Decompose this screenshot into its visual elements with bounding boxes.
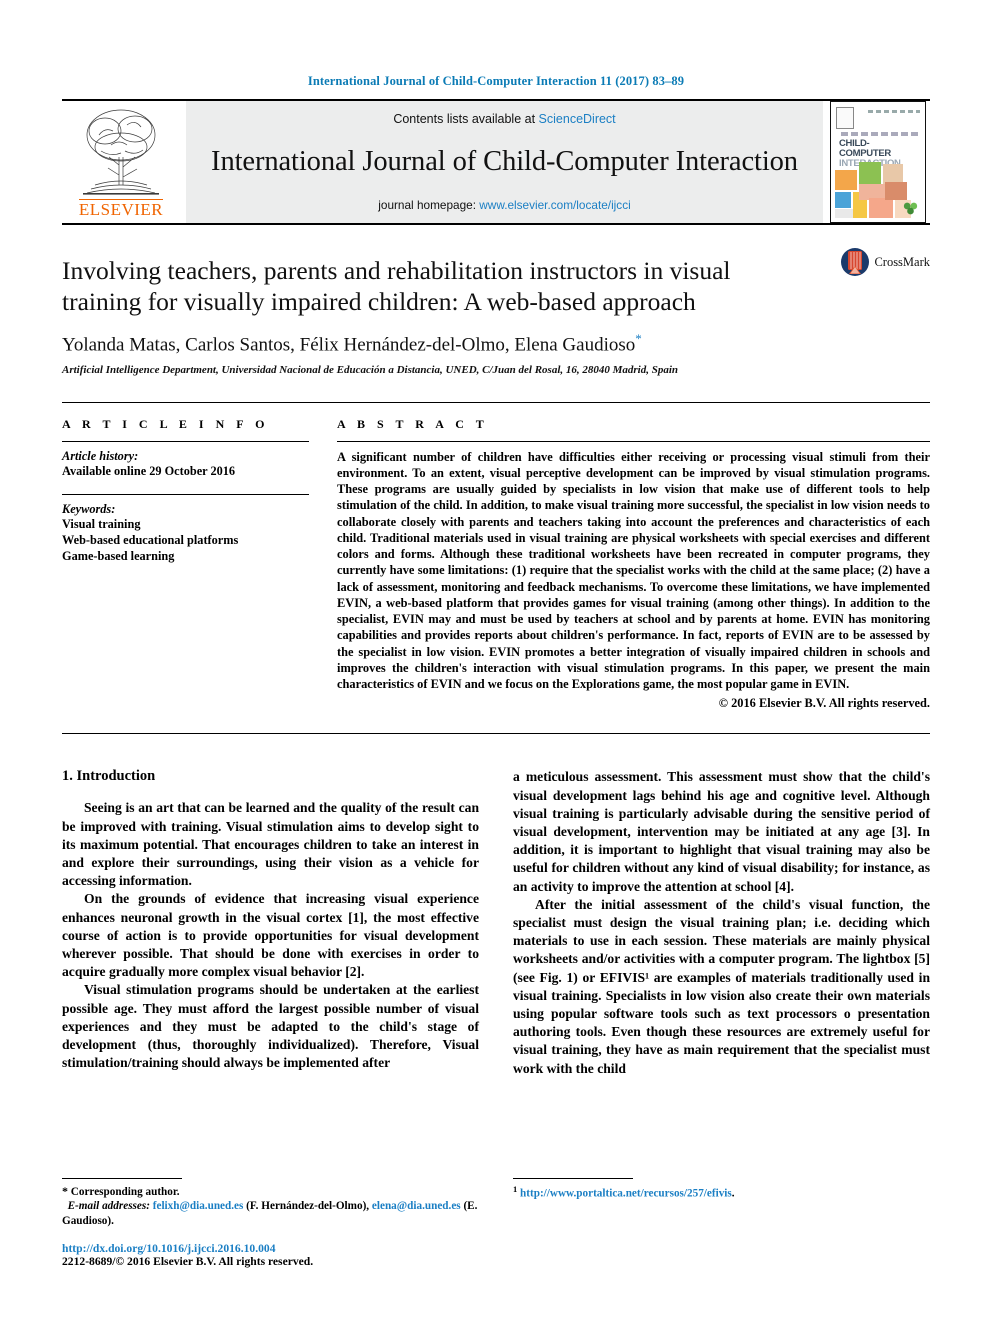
running-head: International Journal of Child-Computer … <box>307 74 685 88</box>
body-column-right: a meticulous assessment. This assessment… <box>513 768 930 1077</box>
journal-homepage-line: journal homepage: www.elsevier.com/locat… <box>378 198 630 212</box>
crossmark-icon <box>841 248 870 276</box>
abstract-column: A B S T R A C T A significant number of … <box>337 417 930 712</box>
footnote-rule-left <box>62 1177 182 1179</box>
journal-cover-thumbnail: CHILD-COMPUTER INTERACTION <box>830 101 930 223</box>
email-owner-1: (F. Hernández-del-Olmo), <box>246 1200 370 1213</box>
author-list: Yolanda Matas, Carlos Santos, Félix Hern… <box>62 331 930 356</box>
footnote-rule-right <box>513 1177 633 1179</box>
contents-available-line: Contents lists available at ScienceDirec… <box>393 112 615 126</box>
article-info-heading: A R T I C L E I N F O <box>62 416 269 431</box>
body-paragraph: After the initial assessment of the chil… <box>513 896 930 1076</box>
elsevier-wordmark: ELSEVIER <box>78 199 164 219</box>
footnote-area: * Corresponding author. E-mail addresses… <box>62 1177 930 1268</box>
footnote-column-left: * Corresponding author. E-mail addresses… <box>62 1177 479 1268</box>
email-link-1[interactable]: felixh@dia.uned.es <box>153 1200 244 1212</box>
masthead-center: Contents lists available at ScienceDirec… <box>186 101 823 223</box>
email-note: E-mail addresses: felixh@dia.uned.es (F.… <box>62 1199 479 1229</box>
footnote-1-period: . <box>731 1187 735 1200</box>
article-info-rule-2 <box>62 493 309 495</box>
cover-kicker-text <box>841 132 919 136</box>
body-paragraph: On the grounds of evidence that increasi… <box>62 891 479 980</box>
footnote-1: 1 http://www.portaltica.net/recursos/257… <box>513 1184 930 1202</box>
abstract-heading: A B S T R A C T <box>337 416 489 431</box>
body-columns: 1. Introduction Seeing is an art that ca… <box>62 734 930 1077</box>
body-paragraph: Seeing is an art that can be learned and… <box>62 800 479 889</box>
cover-elsevier-logo-icon <box>836 107 854 129</box>
issn-copyright-line: 2212-8689/© 2016 Elsevier B.V. All right… <box>62 1255 314 1268</box>
cover-image: CHILD-COMPUTER INTERACTION <box>830 101 926 223</box>
crossmark-label: CrossMark <box>874 254 930 269</box>
page-title: Involving teachers, parents and rehabili… <box>62 256 731 317</box>
article-info-rule-1 <box>62 440 309 442</box>
keywords-label: Keywords: <box>62 501 116 516</box>
corresponding-marker: * <box>62 1183 68 1198</box>
keywords-block: Keywords: Visual training Web-based educ… <box>62 502 309 565</box>
abstract-copyright: © 2016 Elsevier B.V. All rights reserved… <box>718 696 930 711</box>
corresponding-text: Corresponding author. <box>70 1185 180 1198</box>
article-history-label: Article history: <box>62 448 139 463</box>
article-history-value: Available online 29 October 2016 <box>62 463 236 478</box>
elsevier-logo: ELSEVIER <box>62 101 180 223</box>
homepage-prefix: journal homepage: <box>378 198 476 212</box>
body-paragraph: a meticulous assessment. This assessment… <box>513 769 930 894</box>
journal-masthead: ELSEVIER Contents lists available at Sci… <box>62 101 930 223</box>
crossmark-badge[interactable]: CrossMark <box>840 247 930 277</box>
keyword-item: Web-based educational platforms <box>62 532 239 547</box>
elsevier-tree-icon <box>83 109 159 195</box>
article-info-column: A R T I C L E I N F O Article history: A… <box>62 417 337 712</box>
corresponding-author-marker: * <box>635 331 642 347</box>
cover-title-line1: CHILD-COMPUTER <box>839 138 891 159</box>
doi-line: http://dx.doi.org/10.1016/j.ijcci.2016.1… <box>62 1242 479 1255</box>
email-link-2[interactable]: elena@dia.uned.es <box>372 1200 461 1212</box>
sciencedirect-link[interactable]: ScienceDirect <box>539 112 616 126</box>
paper-page: International Journal of Child-Computer … <box>0 0 992 1323</box>
keyword-item: Visual training <box>62 516 141 531</box>
section-heading-introduction: 1. Introduction <box>62 768 156 785</box>
affiliation: Artificial Intelligence Department, Univ… <box>62 363 679 376</box>
footnote-1-link[interactable]: http://www.portaltica.net/recursos/257/e… <box>520 1187 732 1199</box>
journal-homepage-link[interactable]: www.elsevier.com/locate/ijcci <box>479 198 630 212</box>
journal-title: International Journal of Child-Computer … <box>211 146 798 177</box>
contents-prefix: Contents lists available at <box>393 112 536 126</box>
keyword-item: Game-based learning <box>62 548 175 563</box>
abstract-text: A significant number of children have di… <box>337 449 930 692</box>
cover-leaf-icon <box>903 202 918 215</box>
corresponding-author-note: * Corresponding author. <box>62 1184 479 1200</box>
body-paragraph: Visual stimulation programs should be un… <box>62 982 479 1071</box>
footnote-1-marker: 1 <box>513 1183 518 1194</box>
cover-header-rule <box>868 110 920 113</box>
footnote-column-right: 1 http://www.portaltica.net/recursos/257… <box>513 1177 930 1268</box>
author-names: Yolanda Matas, Carlos Santos, Félix Hern… <box>62 334 636 356</box>
title-block: Involving teachers, parents and rehabili… <box>62 225 930 376</box>
doi-link[interactable]: http://dx.doi.org/10.1016/j.ijcci.2016.1… <box>62 1242 276 1255</box>
info-abstract-area: A R T I C L E I N F O Article history: A… <box>62 403 930 712</box>
abstract-rule <box>337 440 930 442</box>
body-column-left: 1. Introduction Seeing is an art that ca… <box>62 768 479 1077</box>
email-label: E-mail addresses: <box>67 1200 150 1213</box>
